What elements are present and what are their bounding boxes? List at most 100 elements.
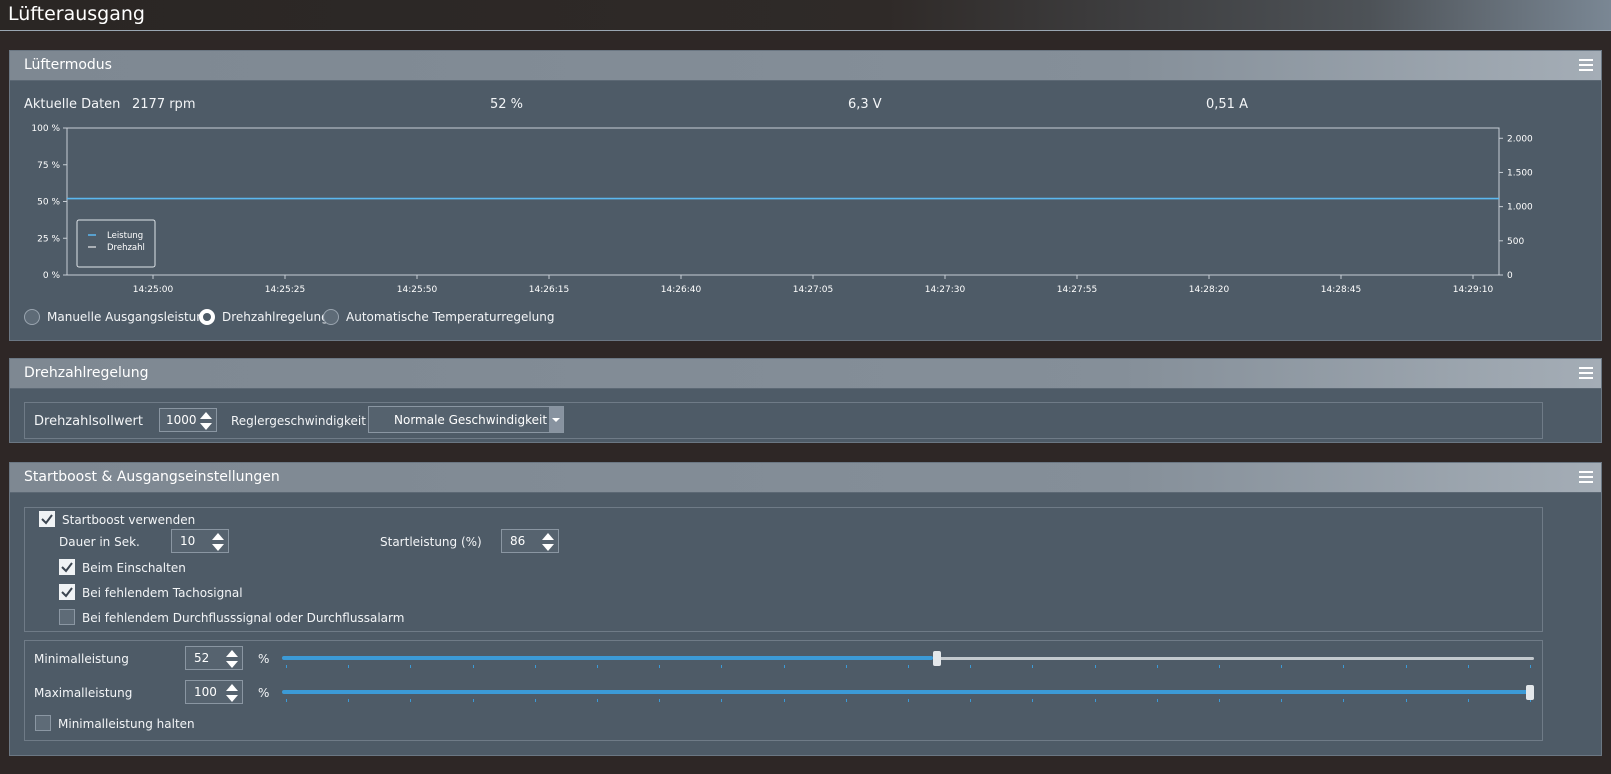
slider-thumb[interactable] <box>1526 685 1534 700</box>
duration-value[interactable]: 10 <box>180 534 195 548</box>
max-power-value[interactable]: 100 <box>194 685 217 699</box>
radio-speed-control[interactable] <box>199 309 215 325</box>
min-power-unit: % <box>258 652 270 666</box>
slider-fill <box>282 656 934 660</box>
setpoint-label: Drehzahlsollwert <box>34 414 143 429</box>
slider-tick <box>1032 699 1034 702</box>
start-power-stepper[interactable]: 86 <box>501 529 559 553</box>
window-titlebar: Lüfterausgang <box>0 0 1611 31</box>
legend-item-label: Leistung <box>107 231 143 241</box>
slider-fill <box>282 690 1534 694</box>
boost-missing-tacho-label[interactable]: Bei fehlendem Tachosignal <box>82 586 243 600</box>
current-voltage: 6,3 V <box>848 97 882 112</box>
y-right-tick-label: 1.000 <box>1507 203 1533 213</box>
x-tick-label: 14:25:50 <box>397 285 438 295</box>
fan-mode-title: Lüftermodus <box>24 57 112 73</box>
start-power-value[interactable]: 86 <box>510 534 525 548</box>
slider-tick <box>845 699 847 702</box>
fan-mode-header: Lüftermodus <box>10 51 1601 81</box>
min-power-label: Minimalleistung <box>34 652 129 666</box>
radio-manual-output-label[interactable]: Manuelle Ausgangsleistung <box>47 310 212 324</box>
duration-label: Dauer in Sek. <box>59 535 140 549</box>
slider-tick <box>1343 699 1345 702</box>
boost-missing-flow-checkbox[interactable] <box>59 609 75 625</box>
x-tick-label: 14:27:05 <box>793 285 833 295</box>
speed-control-title: Drehzahlregelung <box>24 365 149 381</box>
slider-tick <box>1156 665 1158 668</box>
slider-tick <box>1405 699 1407 702</box>
stepper-arrows-icon[interactable] <box>211 532 225 552</box>
radio-auto-temperature[interactable] <box>323 309 339 325</box>
y-left-tick-label: 75 % <box>37 161 60 171</box>
radio-speed-control-label[interactable]: Drehzahlregelung <box>222 310 329 324</box>
slider-tick <box>1219 699 1220 702</box>
slider-tick <box>1281 699 1283 702</box>
slider-tick <box>348 699 350 702</box>
slider-tick <box>970 699 972 702</box>
slider-tick <box>1094 699 1096 702</box>
y-left-tick-label: 100 % <box>31 124 60 134</box>
window-title: Lüfterausgang <box>8 3 145 25</box>
max-power-unit: % <box>258 686 270 700</box>
slider-tick <box>1467 699 1469 702</box>
radio-auto-temperature-label[interactable]: Automatische Temperaturregelung <box>346 310 555 324</box>
legend-item-label: Drehzahl <box>107 243 145 253</box>
slider-tick <box>1219 665 1220 668</box>
max-power-stepper[interactable]: 100 <box>185 680 243 704</box>
stepper-arrows-icon[interactable] <box>541 532 555 552</box>
x-tick-label: 14:28:20 <box>1189 285 1230 295</box>
slider-tick <box>472 665 474 668</box>
hold-min-power-label[interactable]: Minimalleistung halten <box>58 717 195 731</box>
min-power-stepper[interactable]: 52 <box>185 646 243 670</box>
slider-tick <box>1281 665 1283 668</box>
stepper-arrows-icon[interactable] <box>225 683 239 703</box>
boost-on-power-checkbox[interactable] <box>59 559 75 575</box>
boost-title: Startboost & Ausgangseinstellungen <box>24 469 280 485</box>
use-boost-label[interactable]: Startboost verwenden <box>62 513 195 527</box>
y-right-tick-label: 500 <box>1507 237 1524 247</box>
boost-panel: Startboost & Ausgangseinstellungen Start… <box>9 462 1602 756</box>
hamburger-menu-icon[interactable] <box>1579 59 1593 72</box>
slider-tick <box>1405 665 1407 668</box>
slider-tick <box>534 665 536 668</box>
boost-missing-flow-label[interactable]: Bei fehlendem Durchflusssignal oder Durc… <box>82 611 404 625</box>
setpoint-value[interactable]: 1000 <box>166 413 197 427</box>
y-right-tick-label: 2.000 <box>1507 134 1533 144</box>
controller-speed-select[interactable]: Normale Geschwindigkeit <box>368 406 564 433</box>
x-tick-label: 14:28:45 <box>1321 285 1361 295</box>
hold-min-power-checkbox[interactable] <box>35 715 51 731</box>
checkmark-icon <box>61 587 73 598</box>
chevron-down-icon <box>552 418 560 422</box>
slider-tick <box>908 699 909 702</box>
slider-tick <box>659 665 661 668</box>
y-left-tick-label: 25 % <box>37 234 60 244</box>
max-power-slider[interactable] <box>282 681 1534 705</box>
slider-tick <box>534 699 536 702</box>
slider-tick <box>721 699 723 702</box>
hamburger-menu-icon[interactable] <box>1579 471 1593 484</box>
setpoint-stepper[interactable]: 1000 <box>159 408 217 432</box>
slider-thumb[interactable] <box>933 651 942 666</box>
min-power-slider[interactable] <box>282 647 1534 671</box>
x-tick-label: 14:25:25 <box>265 285 305 295</box>
duration-stepper[interactable]: 10 <box>171 529 229 553</box>
checkmark-icon <box>41 514 53 525</box>
boost-missing-tacho-checkbox[interactable] <box>59 584 75 600</box>
controller-speed-label: Reglergeschwindigkeit <box>231 414 366 428</box>
slider-tick <box>1156 699 1158 702</box>
min-power-value[interactable]: 52 <box>194 651 209 665</box>
stepper-arrows-icon[interactable] <box>199 411 213 431</box>
y-right-tick-label: 1.500 <box>1507 168 1533 178</box>
slider-tick <box>286 699 287 702</box>
radio-manual-output[interactable] <box>24 309 40 325</box>
slider-tick <box>1343 665 1345 668</box>
controller-speed-value[interactable]: Normale Geschwindigkeit <box>394 413 547 427</box>
boost-on-power-label[interactable]: Beim Einschalten <box>82 561 186 575</box>
dropdown-button[interactable] <box>549 407 563 432</box>
slider-tick <box>597 699 598 702</box>
x-tick-label: 14:27:30 <box>925 285 966 295</box>
hamburger-menu-icon[interactable] <box>1579 367 1593 380</box>
y-right-tick-label: 0 <box>1507 271 1513 281</box>
stepper-arrows-icon[interactable] <box>225 649 239 669</box>
use-boost-checkbox[interactable] <box>39 511 55 527</box>
